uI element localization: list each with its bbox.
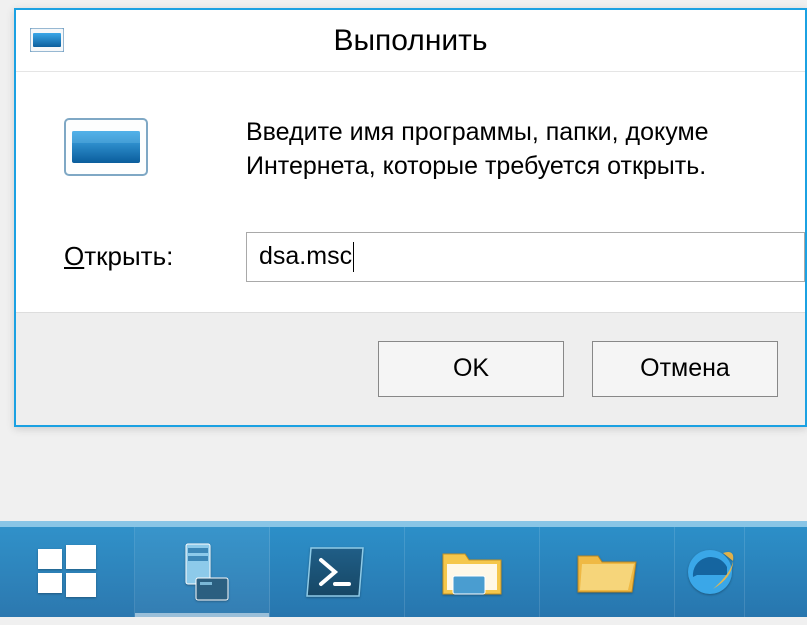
powershell-icon [305,546,369,598]
text-cursor [353,242,354,272]
dialog-content: Введите имя программы, папки, докуме Инт… [16,72,805,425]
internet-explorer-icon [683,545,737,599]
windows-start-icon [36,541,98,603]
dialog-description: Введите имя программы, папки, докуме Инт… [246,116,709,184]
window-title: Выполнить [16,24,805,58]
open-label: Открыть: [64,241,246,272]
titlebar[interactable]: Выполнить [16,10,805,72]
cancel-button[interactable]: Отмена [592,341,778,397]
taskbar-powershell[interactable] [270,527,405,617]
open-input[interactable]: dsa.msc [246,232,805,282]
file-explorer-icon [439,544,505,600]
desc-line2: Интернета, которые требуется открыть. [246,152,706,180]
taskbar-server-manager[interactable] [135,527,270,617]
ok-button[interactable]: OK [378,341,564,397]
input-value: dsa.msc [259,242,352,271]
taskbar-ie[interactable] [675,527,745,617]
run-dialog: Выполнить Введите имя программы, папки, … [14,8,807,427]
taskbar-explorer[interactable] [405,527,540,617]
button-row: OK Отмена [16,312,805,425]
library-icon [574,546,640,598]
desc-line1: Введите имя программы, папки, докуме [246,118,709,146]
taskbar [0,521,807,617]
server-manager-icon [170,540,234,604]
taskbar-library[interactable] [540,527,675,617]
run-icon [64,118,148,176]
start-button[interactable] [0,527,135,617]
